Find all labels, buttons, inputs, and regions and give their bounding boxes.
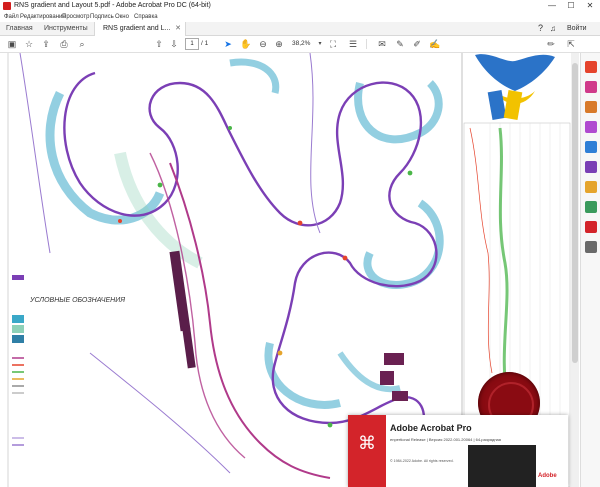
protect-icon[interactable] xyxy=(585,221,597,233)
create-pdf-icon[interactable] xyxy=(585,81,597,93)
bookmark-icon[interactable]: ☆ xyxy=(23,38,35,50)
tab-document-label: RNS gradient and L... xyxy=(103,25,171,32)
adobe-brand-label: Adobe xyxy=(538,473,557,479)
export-pdf-icon[interactable] xyxy=(585,61,597,73)
print-icon[interactable]: ⎙ xyxy=(58,38,70,50)
close-tab-icon[interactable]: ✕ xyxy=(175,22,181,35)
fill-sign-icon[interactable] xyxy=(585,161,597,173)
window-title: RNS gradient and Layout 5.pdf - Adobe Ac… xyxy=(14,2,211,9)
splash-copyright: © 1984-2022 Adobe. All rights reserved. xyxy=(390,459,454,463)
menu-sign[interactable]: Подпись xyxy=(90,12,114,22)
more-tools-icon[interactable] xyxy=(585,241,597,253)
page-down-icon[interactable]: ⇩ xyxy=(168,38,180,50)
search-icon[interactable]: ⌕ xyxy=(76,38,88,50)
tools-pane xyxy=(580,53,600,487)
tab-tools[interactable]: Инструменты xyxy=(44,22,92,35)
organize-pages-icon[interactable] xyxy=(585,141,597,153)
acrobat-logo-icon: ⌘ xyxy=(358,433,376,453)
help-icon[interactable]: ? xyxy=(538,22,543,35)
vertical-scrollbar[interactable] xyxy=(571,53,579,487)
zoom-level[interactable]: 38,2% xyxy=(292,38,310,50)
select-cursor-icon[interactable]: ➤ xyxy=(222,38,234,50)
page-total: / 1 xyxy=(201,40,209,47)
about-splash-dialog: ⌘ Adobe Acrobat Pro enpertional Release … xyxy=(348,415,568,487)
splash-artwork xyxy=(468,445,536,487)
zoom-dropdown-icon[interactable]: ▾ xyxy=(314,38,326,50)
hand-tool-icon[interactable]: ✋ xyxy=(240,38,252,50)
scroll-mode-icon[interactable]: ☰ xyxy=(347,38,359,50)
page-number-input[interactable]: 1 xyxy=(185,38,199,50)
tab-home[interactable]: Главная xyxy=(6,22,46,35)
splash-brand-panel: ⌘ xyxy=(348,415,386,487)
scan-ocr-icon[interactable] xyxy=(585,201,597,213)
save-icon[interactable]: ▣ xyxy=(6,38,18,50)
comment-icon[interactable]: ✉ xyxy=(376,38,388,50)
menu-bar: Файл Редактирование Просмотр Подпись Окн… xyxy=(0,12,600,22)
share-icon[interactable]: ⇱ xyxy=(565,38,577,50)
menu-edit[interactable]: Редактирование xyxy=(20,12,66,22)
page-up-icon[interactable]: ⇧ xyxy=(153,38,165,50)
acrobat-app-icon xyxy=(3,2,11,10)
tab-bar: Главная Инструменты RNS gradient and L..… xyxy=(0,22,600,36)
splash-product-name: Adobe Acrobat Pro xyxy=(390,423,472,433)
toolbar: ▣ ☆ ⇪ ⎙ ⌕ ⇧ ⇩ 1 / 1 ➤ ✋ ⊖ ⊕ 38,2% ▾ ⛶ ☰ … xyxy=(0,36,600,53)
legend-title: УСЛОВНЫЕ ОБОЗНАЧЕНИЯ xyxy=(30,297,125,304)
menu-help[interactable]: Справка xyxy=(134,12,158,22)
edit-sign-icon[interactable]: ✏ xyxy=(545,38,557,50)
maximize-button[interactable]: ☐ xyxy=(562,0,580,12)
splash-version: enpertional Release | Версия 2022.001.20… xyxy=(390,437,501,442)
tab-document[interactable]: RNS gradient and L... ✕ xyxy=(94,22,186,36)
menu-file[interactable]: Файл xyxy=(4,12,19,22)
bell-icon[interactable]: ♫ xyxy=(550,22,556,35)
menu-window[interactable]: Окно xyxy=(115,12,129,22)
highlight-icon[interactable]: ✐ xyxy=(411,38,423,50)
pen-icon[interactable]: ✎ xyxy=(394,38,406,50)
sign-in-link[interactable]: Войти xyxy=(567,22,587,35)
stamp-icon[interactable]: ✍ xyxy=(429,38,441,50)
upload-icon[interactable]: ⇪ xyxy=(40,38,52,50)
scroll-thumb[interactable] xyxy=(572,63,578,363)
zoom-in-icon[interactable]: ⊕ xyxy=(273,38,285,50)
toolbar-divider xyxy=(366,39,367,49)
zoom-out-icon[interactable]: ⊖ xyxy=(257,38,269,50)
menu-view[interactable]: Просмотр xyxy=(62,12,89,22)
fit-page-icon[interactable]: ⛶ xyxy=(327,38,339,50)
minimize-button[interactable]: — xyxy=(543,0,561,12)
comment-tool-icon[interactable] xyxy=(585,181,597,193)
combine-files-icon[interactable] xyxy=(585,121,597,133)
close-button[interactable]: ✕ xyxy=(581,0,599,12)
edit-pdf-icon[interactable] xyxy=(585,101,597,113)
